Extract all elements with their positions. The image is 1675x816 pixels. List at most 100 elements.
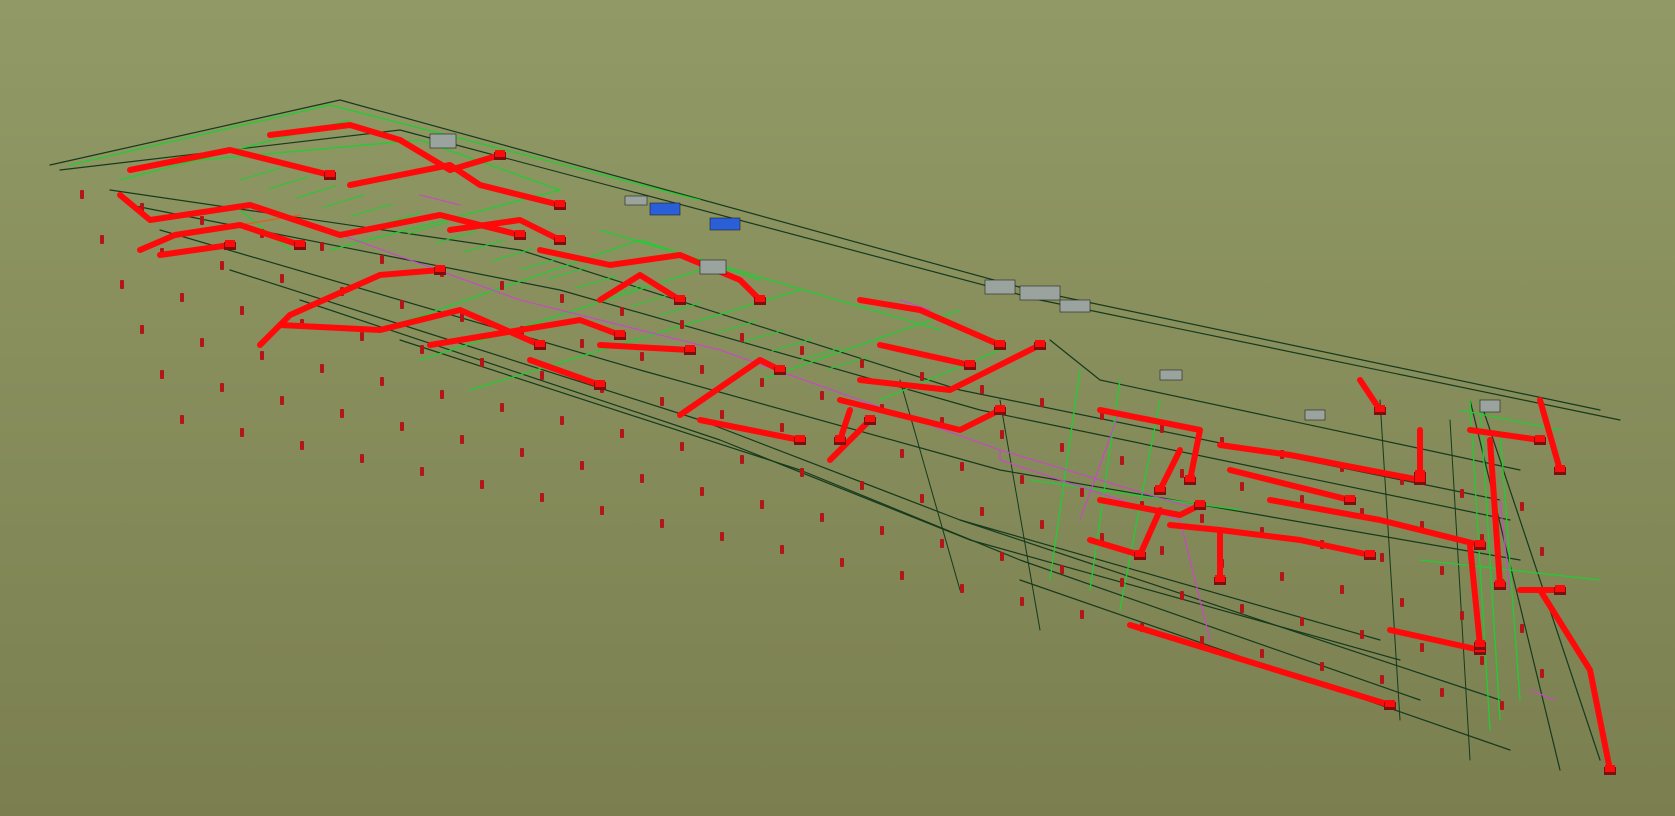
duct-fitting: [1535, 435, 1545, 442]
duct-hanger: [280, 274, 284, 283]
duct-fitting: [515, 230, 525, 237]
viewport-background: [0, 0, 1675, 816]
3d-model-viewport[interactable]: [0, 0, 1675, 816]
equipment-block: [649, 202, 681, 216]
duct-hanger: [1540, 669, 1544, 678]
duct-fitting: [555, 200, 565, 207]
duct-hanger: [220, 261, 224, 270]
duct-fitting: [995, 405, 1005, 412]
duct-hanger: [1000, 430, 1004, 439]
duct-fitting: [1475, 640, 1485, 647]
duct-hanger: [720, 410, 724, 419]
duct-hanger: [660, 519, 664, 528]
duct-hanger: [380, 377, 384, 386]
duct-hanger: [1260, 649, 1264, 658]
duct-fitting: [1605, 765, 1615, 772]
duct-hanger: [900, 449, 904, 458]
duct-fitting: [1135, 550, 1145, 557]
duct-fitting: [795, 435, 805, 442]
duct-hanger: [240, 306, 244, 315]
duct-hanger: [800, 468, 804, 477]
equipment-block: [699, 259, 727, 275]
duct-fitting: [1185, 475, 1195, 482]
duct-hanger: [1040, 520, 1044, 529]
duct-hanger: [1120, 578, 1124, 587]
duct-fitting: [225, 240, 235, 247]
duct-hanger: [1240, 482, 1244, 491]
equipment-block: [1304, 409, 1326, 421]
duct-hanger: [200, 338, 204, 347]
duct-hanger: [580, 461, 584, 470]
duct-hanger: [360, 332, 364, 341]
duct-hanger: [620, 307, 624, 316]
duct-hanger: [1160, 546, 1164, 555]
duct-hanger: [680, 320, 684, 329]
duct-hanger: [1180, 469, 1184, 478]
duct-hanger: [560, 294, 564, 303]
equipment-block: [984, 279, 1016, 295]
duct-hanger: [420, 345, 424, 354]
duct-hanger: [260, 351, 264, 360]
duct-hanger: [860, 359, 864, 368]
duct-hanger: [1040, 398, 1044, 407]
duct-hanger: [1020, 597, 1024, 606]
duct-fitting: [1495, 580, 1505, 587]
duct-fitting: [1475, 540, 1485, 547]
duct-hanger: [1020, 475, 1024, 484]
duct-hanger: [640, 474, 644, 483]
duct-hanger: [860, 481, 864, 490]
duct-hanger: [140, 325, 144, 334]
duct-hanger: [340, 409, 344, 418]
duct-hanger: [920, 372, 924, 381]
duct-hanger: [780, 545, 784, 554]
duct-hanger: [880, 526, 884, 535]
duct-fitting: [1555, 465, 1565, 472]
duct-hanger: [660, 397, 664, 406]
duct-hanger: [1340, 585, 1344, 594]
equipment-block: [709, 217, 741, 231]
duct-hanger: [1120, 456, 1124, 465]
duct-hanger: [240, 428, 244, 437]
equipment-block: [624, 195, 648, 206]
duct-hanger: [820, 513, 824, 522]
mep-model-scene[interactable]: [0, 0, 1675, 816]
duct-hanger: [1280, 572, 1284, 581]
duct-hanger: [1520, 502, 1524, 511]
duct-hanger: [100, 235, 104, 244]
duct-hanger: [700, 487, 704, 496]
duct-fitting: [1415, 475, 1425, 482]
duct-fitting: [555, 235, 565, 242]
duct-hanger: [500, 281, 504, 290]
duct-hanger: [480, 358, 484, 367]
duct-hanger: [1300, 617, 1304, 626]
duct-fitting: [1375, 405, 1385, 412]
duct-fitting: [1155, 485, 1165, 492]
duct-hanger: [1520, 624, 1524, 633]
duct-hanger: [320, 242, 324, 251]
duct-fitting: [495, 150, 505, 157]
equipment-block: [429, 133, 457, 149]
duct-hanger: [820, 391, 824, 400]
duct-hanger: [680, 442, 684, 451]
equipment-block: [1059, 299, 1091, 313]
duct-fitting: [835, 435, 845, 442]
equipment-block: [1479, 399, 1501, 413]
duct-hanger: [740, 455, 744, 464]
duct-hanger: [540, 493, 544, 502]
duct-fitting: [995, 340, 1005, 347]
duct-fitting: [1215, 575, 1225, 582]
duct-hanger: [960, 462, 964, 471]
duct-fitting: [535, 340, 545, 347]
duct-fitting: [755, 295, 765, 302]
duct-hanger: [980, 385, 984, 394]
duct-hanger: [1080, 488, 1084, 497]
duct-hanger: [700, 365, 704, 374]
duct-hanger: [1460, 489, 1464, 498]
duct-hanger: [300, 441, 304, 450]
duct-hanger: [200, 216, 204, 225]
duct-hanger: [480, 480, 484, 489]
duct-hanger: [1540, 547, 1544, 556]
duct-fitting: [685, 345, 695, 352]
duct-hanger: [960, 584, 964, 593]
duct-hanger: [760, 500, 764, 509]
